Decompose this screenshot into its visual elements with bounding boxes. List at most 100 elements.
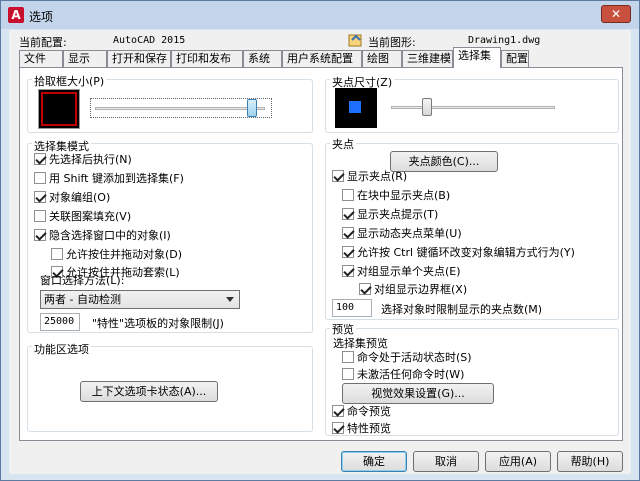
checkbox-box[interactable] [332, 422, 344, 434]
checkbox-box[interactable] [34, 210, 46, 222]
close-button[interactable]: ✕ [601, 5, 631, 23]
checkbox-item[interactable]: 允许按住并拖动对象(D) [51, 248, 182, 261]
checkbox-item[interactable]: 隐含选择窗口中的对象(I) [34, 229, 171, 242]
checkbox-item[interactable]: 允许按 Ctrl 键循环改变对象编辑方式行为(Y) [342, 246, 575, 259]
checkbox-box[interactable] [51, 248, 63, 260]
chevron-down-icon [226, 297, 234, 302]
checkbox-box[interactable] [342, 351, 354, 363]
checkbox-item[interactable]: 显示夹点(R) [332, 170, 407, 183]
drawing-label: 当前图形: [368, 36, 416, 49]
checkbox-label: 关联图案填充(V) [49, 210, 132, 223]
checkbox-box[interactable] [342, 227, 354, 239]
checkbox-item[interactable]: 命令预览 [332, 405, 391, 418]
drawing-value: Drawing1.dwg [468, 35, 541, 46]
tab-panel-selection: 拾取框大小(P) 选择集模式 先选择后执行(N) 用 Shift 键添加到选择集(… [19, 67, 623, 441]
checkbox-box[interactable] [342, 189, 354, 201]
drawing-icon [348, 32, 364, 47]
checkbox-label: 对组显示边界框(X) [374, 283, 468, 296]
checkbox-item[interactable]: 未激活任何命令时(W) [342, 368, 464, 381]
grip-limit-label: 选择对象时限制显示的夹点数(M) [381, 303, 543, 316]
selection-preview-label: 选择集预览 [333, 337, 388, 350]
checkbox-label: 特性预览 [347, 422, 391, 435]
properties-limit-label: "特性"选项板的对象限制(J) [92, 317, 224, 330]
tab-5[interactable]: 用户系统配置 [282, 50, 362, 67]
checkbox-label: 允许按 Ctrl 键循环改变对象编辑方式行为(Y) [357, 246, 575, 259]
cancel-button[interactable]: 取消 [413, 451, 479, 472]
pickbox-slider-thumb[interactable] [247, 99, 257, 117]
checkbox-label: 先选择后执行(N) [49, 153, 132, 166]
autocad-logo-icon: A [8, 7, 24, 23]
grip-size-slider-track [391, 106, 555, 109]
checkbox-box[interactable] [342, 368, 354, 380]
grip-size-slider[interactable] [387, 98, 559, 118]
checkbox-item[interactable]: 对象编组(O) [34, 191, 110, 204]
checkbox-box[interactable] [34, 153, 46, 165]
checkbox-item[interactable]: 在块中显示夹点(B) [342, 189, 450, 202]
tab-0[interactable]: 文件 [19, 50, 63, 67]
tab-3[interactable]: 打印和发布 [171, 50, 243, 67]
tab-7[interactable]: 三维建模 [402, 50, 453, 67]
checkbox-box[interactable] [359, 283, 371, 295]
properties-limit-input[interactable]: 25000 [40, 313, 80, 331]
tab-8[interactable]: 选择集 [453, 47, 501, 68]
grip-square [349, 101, 361, 113]
tab-4[interactable]: 系统 [243, 50, 282, 67]
pickbox-slider[interactable] [90, 98, 272, 118]
pickbox-preview [38, 89, 80, 129]
checkbox-label: 显示夹点(R) [347, 170, 408, 183]
tab-1[interactable]: 显示 [63, 50, 107, 67]
checkbox-box[interactable] [332, 405, 344, 417]
selection-modes-label: 选择集模式 [32, 138, 91, 154]
checkbox-item[interactable]: 命令处于活动状态时(S) [342, 351, 472, 364]
window-method-select[interactable]: 两者 - 自动检测 [40, 290, 240, 309]
checkbox-label: 对组显示单个夹点(E) [357, 265, 461, 278]
checkbox-item[interactable]: 对组显示单个夹点(E) [342, 265, 461, 278]
checkbox-box[interactable] [342, 246, 354, 258]
profile-label: 当前配置: [19, 36, 67, 49]
checkbox-box[interactable] [34, 191, 46, 203]
pickbox-slider-track [95, 107, 265, 110]
checkbox-item[interactable]: 显示动态夹点菜单(U) [342, 227, 462, 240]
contextual-tab-states-button[interactable]: 上下文选项卡状态(A)... [80, 381, 218, 402]
checkbox-label: 隐含选择窗口中的对象(I) [49, 229, 171, 242]
checkbox-item[interactable]: 对组显示边界框(X) [359, 283, 467, 296]
visual-effects-button[interactable]: 视觉效果设置(G)... [342, 383, 494, 404]
checkbox-box[interactable] [34, 172, 46, 184]
grip-size-preview [335, 88, 377, 128]
title-bar[interactable]: A 选项 ✕ [1, 1, 639, 29]
checkbox-item[interactable]: 显示夹点提示(T) [342, 208, 438, 221]
window-method-value: 两者 - 自动检测 [44, 293, 121, 306]
checkbox-box[interactable] [342, 208, 354, 220]
checkbox-label: 命令预览 [347, 405, 391, 418]
help-button[interactable]: 帮助(H) [557, 451, 623, 472]
dialog-title: 选项 [29, 10, 54, 24]
checkbox-item[interactable]: 先选择后执行(N) [34, 153, 132, 166]
checkbox-label: 对象编组(O) [49, 191, 111, 204]
apply-button[interactable]: 应用(A) [485, 451, 551, 472]
checkbox-label: 用 Shift 键添加到选择集(F) [49, 172, 184, 185]
pickbox-square [41, 92, 77, 126]
tab-6[interactable]: 绘图 [362, 50, 402, 67]
checkbox-box[interactable] [342, 265, 354, 277]
checkbox-label: 显示夹点提示(T) [357, 208, 439, 221]
grip-limit-input[interactable]: 100 [332, 299, 372, 317]
tab-2[interactable]: 打开和保存 [107, 50, 171, 67]
grips-group-label: 夹点 [330, 136, 356, 152]
ok-button[interactable]: 确定 [341, 451, 407, 472]
ribbon-group-label: 功能区选项 [32, 341, 91, 357]
checkbox-label: 显示动态夹点菜单(U) [357, 227, 462, 240]
grip-colors-button[interactable]: 夹点颜色(C)... [390, 151, 498, 172]
checkbox-label: 允许按住并拖动对象(D) [66, 248, 183, 261]
grip-size-slider-thumb[interactable] [421, 98, 432, 116]
tab-9[interactable]: 配置 [501, 50, 529, 67]
checkbox-item[interactable]: 关联图案填充(V) [34, 210, 131, 223]
checkbox-label: 命令处于活动状态时(S) [357, 351, 472, 364]
pickbox-group-label: 拾取框大小(P) [32, 73, 107, 89]
options-dialog: A 选项 ✕ 当前配置: AutoCAD 2015 当前图形: Drawing1… [0, 0, 640, 481]
window-method-label: 窗口选择方法(L): [40, 274, 125, 287]
checkbox-box[interactable] [332, 170, 344, 182]
checkbox-box[interactable] [34, 229, 46, 241]
checkbox-item[interactable]: 特性预览 [332, 422, 391, 435]
checkbox-item[interactable]: 用 Shift 键添加到选择集(F) [34, 172, 184, 185]
checkbox-label: 在块中显示夹点(B) [357, 189, 451, 202]
